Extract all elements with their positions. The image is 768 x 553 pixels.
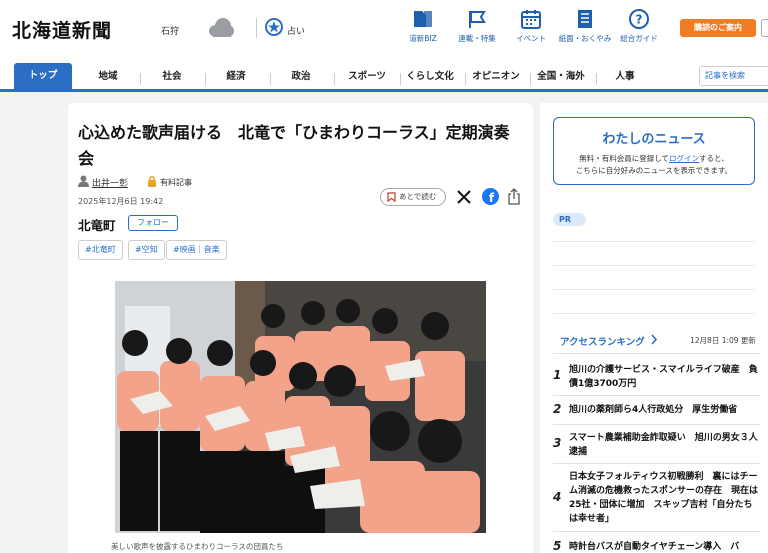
tab-divider bbox=[270, 73, 271, 85]
pr-divider bbox=[553, 241, 755, 242]
tab-divider bbox=[140, 73, 141, 85]
tab-politics[interactable]: 政治 bbox=[275, 65, 327, 89]
location-label[interactable]: 北竜町 bbox=[78, 215, 116, 234]
pr-divider bbox=[553, 265, 755, 266]
pr-badge: PR bbox=[553, 213, 586, 226]
pr-divider bbox=[553, 313, 755, 314]
article-photo bbox=[115, 281, 486, 533]
chevron-right-icon[interactable] bbox=[650, 334, 658, 345]
tab-culture[interactable]: くらし文化 bbox=[401, 65, 459, 89]
nav-biz-label: 道新BIZ bbox=[409, 34, 437, 43]
sidebar-mynews-panel: わたしのニュース 無料・有料会員に登録してログインすると、こちらに自分好みのニュ… bbox=[540, 103, 768, 329]
tab-national[interactable]: 全国・海外 bbox=[531, 65, 591, 89]
region-label[interactable]: 石狩 bbox=[161, 24, 179, 37]
cloud-icon bbox=[209, 18, 234, 37]
tag-sorachi[interactable]: #空知 bbox=[128, 240, 165, 260]
nav-guide[interactable]: ? 総合ガイド bbox=[609, 9, 669, 44]
ranking-item[interactable]: 時計台バスが自動タイヤチェーン導入 バ bbox=[569, 540, 761, 553]
site-header: 北海道新聞 石狩 占い 道新BIZ 連載・特集 イベント 紙面・おくやみ ? 総… bbox=[0, 0, 768, 58]
category-nav: トップ 地域 社会 経済 政治 スポーツ くらし文化 オピニオン 全国・海外 人… bbox=[0, 58, 768, 92]
nav-paper-label: 紙面・おくやみ bbox=[558, 34, 612, 43]
tab-divider bbox=[334, 73, 335, 85]
nav-feature[interactable]: 連載・特集 bbox=[447, 9, 507, 44]
ranking-item[interactable]: 旭川の薬剤師ら4人行政処分 厚生労働省 bbox=[569, 403, 761, 417]
ranking-divider bbox=[553, 531, 760, 532]
help-icon: ? bbox=[629, 9, 649, 29]
nav-paper[interactable]: 紙面・おくやみ bbox=[555, 9, 615, 44]
paid-article-label: 有料記事 bbox=[160, 178, 192, 187]
fortune-link[interactable]: 占い bbox=[287, 24, 305, 37]
ranking-updated-time: 12月8日 1:09 更新 bbox=[690, 336, 756, 345]
tab-society[interactable]: 社会 bbox=[146, 65, 198, 89]
header-divider bbox=[256, 18, 257, 38]
login-button-edge[interactable] bbox=[761, 19, 768, 37]
ranking-panel: アクセスランキング 12月8日 1:09 更新 1 旭川の介護サービス・スマイル… bbox=[540, 323, 768, 553]
ranking-number: 4 bbox=[553, 490, 562, 504]
nav-event-label: イベント bbox=[516, 34, 546, 43]
subscribe-button[interactable]: 購読のご案内 bbox=[680, 19, 756, 37]
follow-button[interactable]: フォロー bbox=[128, 215, 178, 231]
tab-opinion[interactable]: オピニオン bbox=[466, 65, 526, 89]
site-logo[interactable]: 北海道新聞 bbox=[12, 16, 112, 43]
ranking-divider bbox=[553, 353, 760, 354]
tab-divider bbox=[205, 73, 206, 85]
mynews-description: 無料・有料会員に登録してログインすると、こちらに自分好みのニュースを表示できます… bbox=[554, 153, 754, 177]
ranking-item[interactable]: 旭川の介護サービス・スマイルライフ破産 負債1億3700万円 bbox=[569, 363, 761, 391]
lock-icon bbox=[148, 175, 156, 187]
calendar-icon bbox=[521, 10, 541, 29]
fortune-icon[interactable] bbox=[264, 17, 284, 37]
ranking-number: 1 bbox=[553, 368, 562, 382]
newspaper-icon bbox=[578, 10, 592, 28]
x-share-icon[interactable] bbox=[456, 189, 472, 205]
ranking-number: 5 bbox=[553, 539, 562, 553]
mynews-text-2: すると、 bbox=[699, 154, 729, 163]
author-link[interactable]: 出井一彰 bbox=[92, 176, 128, 189]
person-icon bbox=[78, 175, 89, 187]
tab-economy[interactable]: 経済 bbox=[210, 65, 262, 89]
nav-biz[interactable]: 道新BIZ bbox=[393, 9, 453, 44]
ranking-divider bbox=[553, 395, 760, 396]
publish-date: 2025年12月6日 19:42 bbox=[78, 197, 164, 206]
tab-divider bbox=[596, 73, 597, 85]
search-input[interactable]: 記事を検索 bbox=[699, 66, 768, 86]
pr-divider bbox=[553, 289, 755, 290]
ranking-divider bbox=[553, 424, 760, 425]
biz-icon bbox=[414, 11, 432, 27]
nav-event[interactable]: イベント bbox=[501, 9, 561, 44]
login-link[interactable]: ログイン bbox=[669, 154, 699, 163]
mynews-box: わたしのニュース 無料・有料会員に登録してログインすると、こちらに自分好みのニュ… bbox=[553, 117, 755, 185]
tag-film-music[interactable]: #映画｜音楽 bbox=[166, 240, 227, 260]
bookmark-icon bbox=[387, 192, 396, 202]
tab-sports[interactable]: スポーツ bbox=[338, 65, 396, 89]
ranking-number: 3 bbox=[553, 436, 562, 450]
svg-text:?: ? bbox=[636, 13, 643, 27]
mynews-title: わたしのニュース bbox=[602, 132, 706, 147]
ranking-divider bbox=[553, 463, 760, 464]
svg-text:f: f bbox=[489, 191, 495, 205]
flag-icon bbox=[469, 11, 486, 28]
tag-hokuryu[interactable]: #北竜町 bbox=[78, 240, 123, 260]
share-icon[interactable] bbox=[507, 188, 521, 205]
article-card: 心込めた歌声届ける 北竜で「ひまわりコーラス」定期演奏会 出井一彰 有料記事 2… bbox=[68, 103, 533, 553]
tab-local[interactable]: 地域 bbox=[82, 65, 134, 89]
tab-personnel[interactable]: 人事 bbox=[600, 65, 650, 89]
facebook-share-icon[interactable]: f bbox=[482, 188, 499, 205]
ranking-title[interactable]: アクセスランキング bbox=[560, 334, 645, 348]
photo-caption: 美しい歌声を披露するひまわりコーラスの団員たち bbox=[111, 542, 284, 551]
ranking-number: 2 bbox=[553, 402, 562, 416]
mynews-text-3: こちらに自分好みのニュースを表示できます。 bbox=[575, 166, 733, 175]
tab-top[interactable]: トップ bbox=[14, 63, 72, 89]
ranking-item[interactable]: 日本女子フォルティウス初戦勝利 裏にはチーム消滅の危機救ったスポンサーの存在 現… bbox=[569, 470, 761, 526]
nav-feature-label: 連載・特集 bbox=[458, 34, 496, 43]
article-title: 心込めた歌声届ける 北竜で「ひまわりコーラス」定期演奏会 bbox=[78, 123, 510, 168]
mynews-text-1: 無料・有料会員に登録して bbox=[579, 154, 670, 163]
ranking-item[interactable]: スマート農業補助金詐取疑い 旭川の男女３人逮捕 bbox=[569, 431, 761, 459]
nav-guide-label: 総合ガイド bbox=[620, 34, 658, 43]
